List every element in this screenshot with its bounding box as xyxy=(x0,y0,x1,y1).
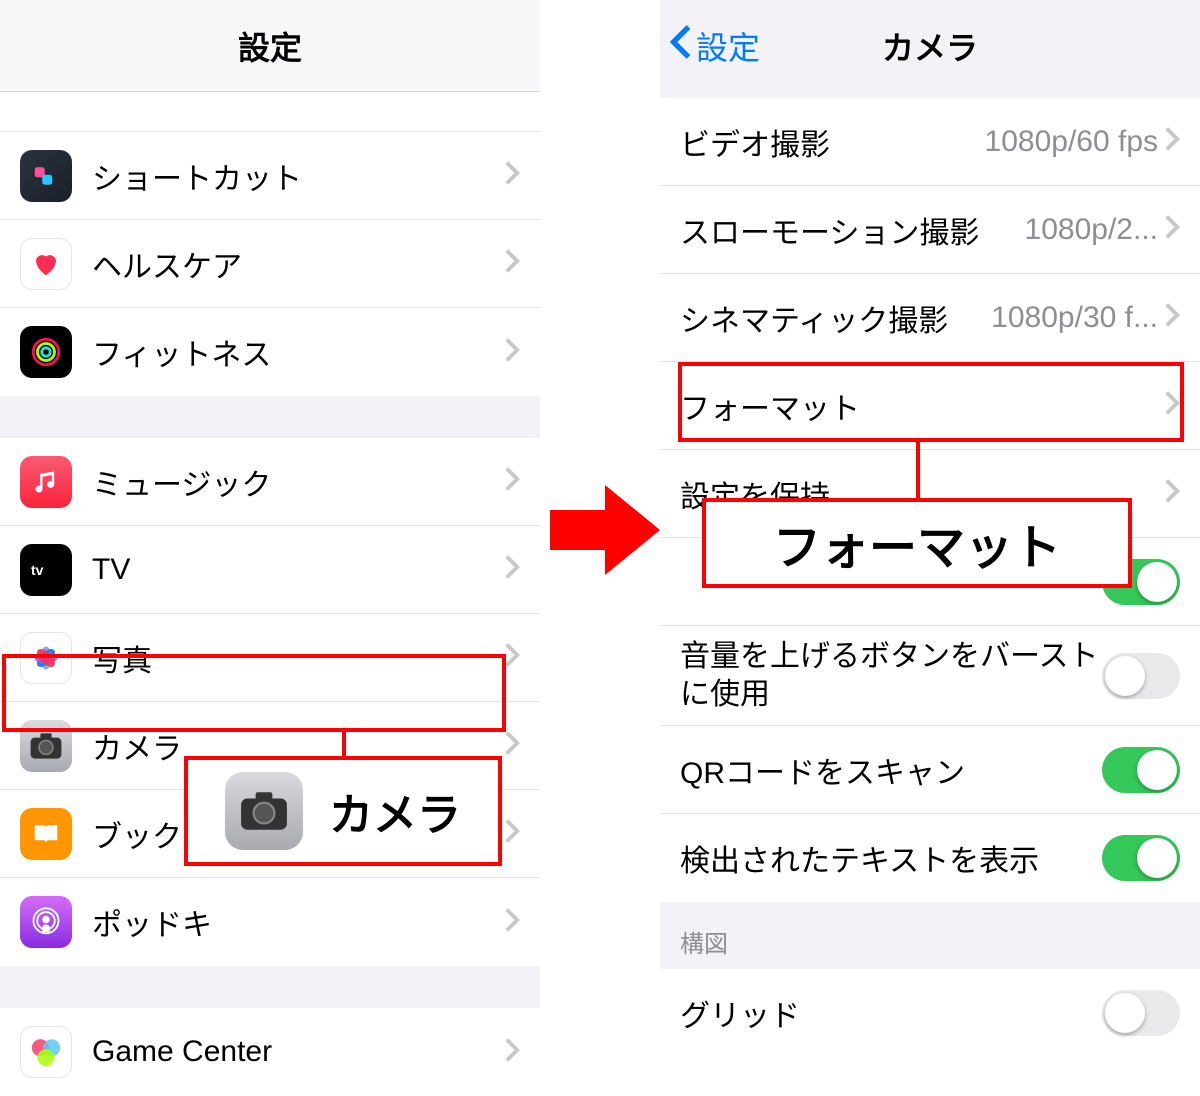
chevron-right-icon xyxy=(1164,478,1180,509)
row-format-label: フォーマット xyxy=(680,384,1164,428)
settings-row-music[interactable]: ミュージック xyxy=(0,438,540,526)
row-cinematic-value: 1080p/30 f... xyxy=(991,301,1158,335)
chevron-right-icon xyxy=(504,160,520,191)
chevron-left-icon xyxy=(670,24,692,68)
health-icon xyxy=(20,238,72,290)
callout-camera-label: カメラ xyxy=(329,779,461,843)
row-video-record-label: ビデオ撮影 xyxy=(680,120,985,164)
row-qr-scan[interactable]: QRコードをスキャン xyxy=(660,726,1200,814)
chevron-right-icon xyxy=(504,730,520,761)
chevron-right-icon xyxy=(1164,214,1180,245)
music-label: ミュージック xyxy=(92,460,504,504)
row-detected-text-label: 検出されたテキストを表示 xyxy=(680,836,1102,880)
chevron-right-icon xyxy=(504,466,520,497)
photos-label: 写真 xyxy=(92,636,504,680)
row-cinematic[interactable]: シネマティック撮影 1080p/30 f... xyxy=(660,274,1200,362)
tv-icon: tv xyxy=(20,544,72,596)
shortcuts-label: ショートカット xyxy=(92,154,504,198)
row-grid-label: グリッド xyxy=(680,991,1102,1035)
row-slomo-label: スローモーション撮影 xyxy=(680,208,1025,252)
shortcuts-icon xyxy=(20,150,72,202)
chevron-right-icon xyxy=(504,337,520,368)
row-video-record-value: 1080p/60 fps xyxy=(985,125,1158,159)
row-detected-text[interactable]: 検出されたテキストを表示 xyxy=(660,814,1200,902)
chevron-right-icon xyxy=(1164,126,1180,157)
chevron-right-icon xyxy=(504,248,520,279)
camera-icon xyxy=(20,720,72,772)
settings-row-shortcuts[interactable]: ショートカット xyxy=(0,132,540,220)
toggle-switch[interactable] xyxy=(1102,747,1180,793)
nav-header-left: 設定 xyxy=(0,0,540,92)
row-slomo[interactable]: スローモーション撮影 1080p/2... xyxy=(660,186,1200,274)
row-grid[interactable]: グリッド xyxy=(660,969,1200,1057)
settings-row-podcasts[interactable]: ポッドキ xyxy=(0,878,540,966)
camera-icon-large xyxy=(225,772,303,850)
settings-group-3: Game Center xyxy=(0,1008,540,1096)
fitness-icon xyxy=(20,326,72,378)
chevron-right-icon xyxy=(1164,390,1180,421)
row-volume-burst[interactable]: 音量を上げるボタンをバーストに使用 xyxy=(660,626,1200,726)
chevron-right-icon xyxy=(504,642,520,673)
settings-row-photos[interactable]: 写真 xyxy=(0,614,540,702)
settings-group-2: ミュージック tv TV xyxy=(0,438,540,966)
nav-title-left: 設定 xyxy=(238,23,302,69)
toggle-switch[interactable] xyxy=(1102,653,1180,699)
toggle-switch[interactable] xyxy=(1102,835,1180,881)
chevron-right-icon xyxy=(504,1037,520,1068)
podcasts-icon xyxy=(20,896,72,948)
chevron-right-icon xyxy=(504,818,520,849)
row-qr-scan-label: QRコードをスキャン xyxy=(680,748,1102,792)
camera-group-2: グリッド xyxy=(660,969,1200,1057)
highlight-connector xyxy=(342,732,346,756)
settings-row-tv[interactable]: tv TV xyxy=(0,526,540,614)
nav-header-right: 設定 カメラ xyxy=(660,0,1200,92)
chevron-right-icon xyxy=(1164,302,1180,333)
svg-text:tv: tv xyxy=(31,562,44,578)
settings-row-fitness[interactable]: フィットネス xyxy=(0,308,540,396)
highlight-connector xyxy=(916,442,920,498)
settings-row-gamecenter[interactable]: Game Center xyxy=(0,1008,540,1096)
settings-row-cut[interactable] xyxy=(0,92,540,132)
callout-format: フォーマット xyxy=(702,498,1132,588)
toggle-switch[interactable] xyxy=(1102,990,1180,1036)
podcasts-label: ポッドキ xyxy=(92,900,504,944)
row-slomo-value: 1080p/2... xyxy=(1025,213,1158,247)
gamecenter-icon xyxy=(20,1026,72,1078)
row-format[interactable]: フォーマット xyxy=(660,362,1200,450)
music-icon xyxy=(20,456,72,508)
nav-title-right: カメラ xyxy=(882,23,978,69)
callout-format-label: フォーマット xyxy=(773,508,1061,578)
back-label: 設定 xyxy=(696,23,760,69)
section-header-composition: 構図 xyxy=(660,902,1200,969)
row-video-record[interactable]: ビデオ撮影 1080p/60 fps xyxy=(660,98,1200,186)
gamecenter-label: Game Center xyxy=(92,1035,504,1069)
back-button[interactable]: 設定 xyxy=(670,23,760,69)
row-cinematic-label: シネマティック撮影 xyxy=(680,296,991,340)
books-icon xyxy=(20,808,72,860)
row-volume-burst-label: 音量を上げるボタンをバーストに使用 xyxy=(680,630,1102,721)
chevron-right-icon xyxy=(504,907,520,938)
arrow-icon xyxy=(550,480,660,580)
settings-group-1: ショートカット ヘルスケア フィットネス xyxy=(0,92,540,396)
chevron-right-icon xyxy=(504,554,520,585)
settings-row-health[interactable]: ヘルスケア xyxy=(0,220,540,308)
fitness-label: フィットネス xyxy=(92,330,504,374)
tv-label: TV xyxy=(92,553,504,587)
photos-icon xyxy=(20,632,72,684)
callout-camera: カメラ xyxy=(184,756,502,866)
health-label: ヘルスケア xyxy=(92,242,504,286)
